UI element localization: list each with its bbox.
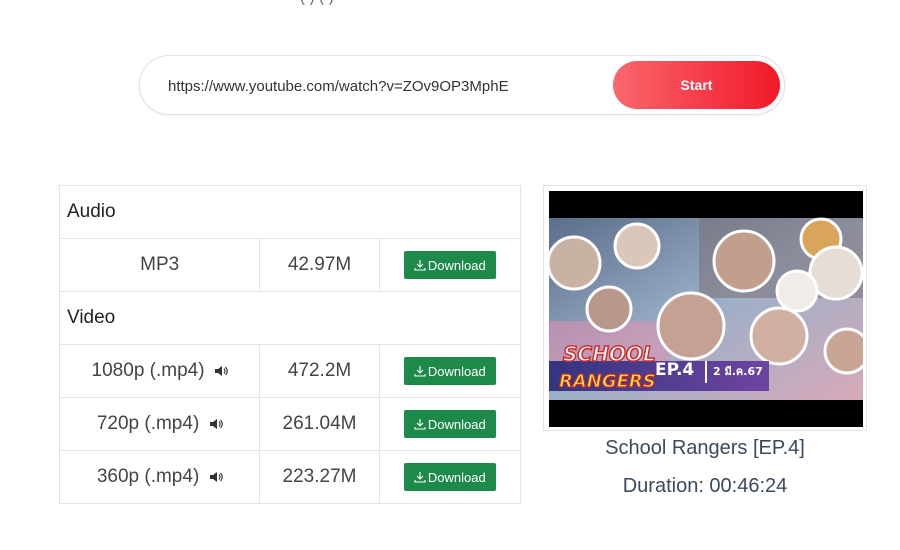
video-duration: Duration: 00:46:24 (622, 475, 788, 497)
download-label: Download (427, 363, 486, 379)
table-row: MP3 42.97M Download (58, 238, 522, 292)
format-label: 720p (.mp4) (96, 413, 200, 434)
download-cell: Download (378, 238, 522, 292)
audio-section-row: Audio (59, 185, 521, 239)
download-button-360p[interactable]: Download (403, 463, 496, 491)
download-button-mp3[interactable]: Download (403, 251, 496, 279)
format-cell: 1080p (.mp4) (58, 344, 261, 398)
download-cell: Download (378, 397, 522, 451)
speaker-icon (209, 418, 223, 429)
download-label: Download (427, 469, 486, 485)
thumbnail-date: 2 มี.ค.67 (713, 365, 763, 378)
thumbnail-logo-line2: RANGERS (559, 371, 656, 392)
table-row: 360p (.mp4) 223.27M Download (58, 450, 522, 504)
video-thumbnail-frame: SCHOOL RANGERS EP.4 2 มี.ค.67 (543, 185, 867, 431)
size-cell: 223.27M (259, 450, 380, 504)
download-cell: Download (378, 450, 522, 504)
format-cell: MP3 (58, 238, 261, 292)
download-icon (414, 260, 426, 271)
video-thumbnail: SCHOOL RANGERS EP.4 2 มี.ค.67 (549, 191, 863, 427)
format-label: 360p (.mp4) (96, 466, 200, 487)
table-row: 1080p (.mp4) 472.2M Download (58, 344, 522, 398)
download-button-1080p[interactable]: Download (403, 357, 496, 385)
format-label: 1080p (.mp4) (91, 360, 205, 381)
video-heading: Video (59, 291, 521, 345)
size-cell: 472.2M (259, 344, 380, 398)
size-cell: 261.04M (259, 397, 380, 451)
thumbnail-artwork: SCHOOL RANGERS EP.4 2 มี.ค.67 (549, 191, 863, 427)
speaker-icon (209, 471, 223, 482)
download-table: Audio MP3 42.97M Download Video 1080p (.… (58, 185, 522, 504)
download-icon (414, 366, 426, 377)
format-cell: 360p (.mp4) (58, 450, 261, 504)
video-section-row: Video (59, 291, 521, 345)
audio-heading: Audio (59, 185, 521, 239)
download-button-720p[interactable]: Download (403, 410, 496, 438)
url-search-bar: Start (139, 55, 785, 115)
speaker-icon (214, 365, 228, 376)
download-cell: Download (378, 344, 522, 398)
url-input[interactable] (168, 71, 608, 101)
video-title: School Rangers [EP.4] (605, 437, 805, 459)
download-icon (414, 472, 426, 483)
download-label: Download (427, 416, 486, 432)
thumbnail-logo-line1: SCHOOL (563, 342, 656, 366)
size-cell: 42.97M (259, 238, 380, 292)
format-cell: 720p (.mp4) (58, 397, 261, 451)
top-cut-text: ( ) ( ) (300, 0, 334, 6)
download-icon (414, 419, 426, 430)
download-label: Download (427, 257, 486, 273)
thumbnail-episode: EP.4 (655, 360, 694, 380)
table-row: 720p (.mp4) 261.04M Download (58, 397, 522, 451)
start-button[interactable]: Start (613, 61, 780, 109)
